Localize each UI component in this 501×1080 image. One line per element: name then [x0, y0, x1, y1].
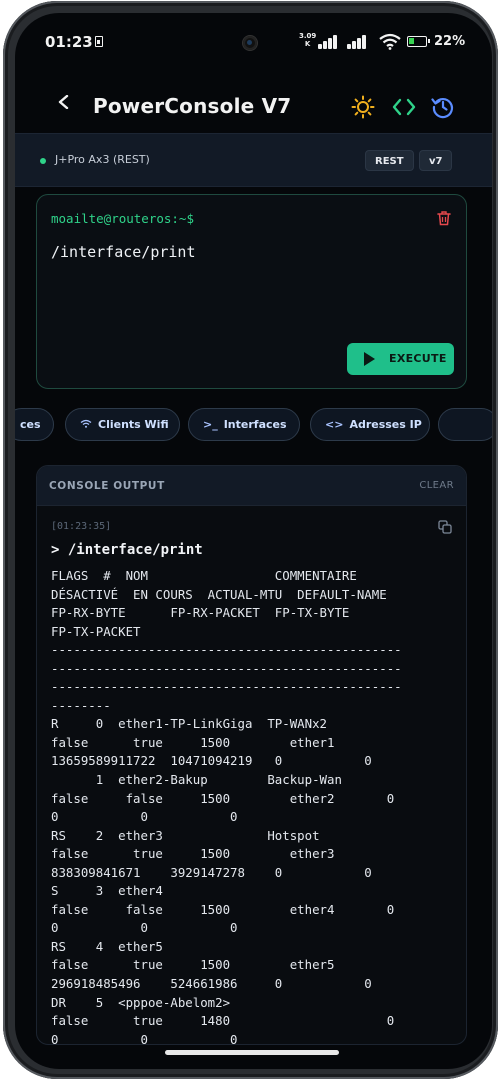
- device-bar: J+Pro Ax3 (REST) REST v7: [15, 133, 492, 187]
- phone-frame: 01:23 3.09 K 22% PowerConsole V7 J+Pro A…: [3, 1, 498, 1079]
- console-line: RS 2 ether3 Hotspot: [51, 827, 320, 843]
- code-icon[interactable]: [392, 95, 416, 119]
- chip-clients-wifi[interactable]: Clients Wifi: [65, 408, 180, 441]
- command-card: moailte@routeros:~$ EXECUTE: [36, 194, 467, 389]
- quick-commands-row: ces Clients Wifi >_ Interfaces <> Adresses…: [15, 408, 492, 444]
- command-echo: > /interface/print: [51, 542, 203, 558]
- console-line: false false 1500 ether2 0: [51, 790, 395, 806]
- device-name: J+Pro Ax3 (REST): [55, 153, 150, 166]
- command-input[interactable]: [51, 239, 431, 265]
- console-line: S 3 ether4: [51, 883, 163, 899]
- command-prompt: moailte@routeros:~$: [51, 211, 194, 226]
- theme-sun-icon[interactable]: [351, 95, 375, 119]
- chip-ip-addresses[interactable]: <> Adresses IP: [310, 408, 430, 441]
- version-badge[interactable]: v7: [419, 150, 453, 171]
- console-line: FP-TX-PACKET: [51, 623, 141, 639]
- console-line: 0 0 0: [51, 809, 238, 825]
- chip-partial-next[interactable]: [438, 408, 492, 441]
- play-icon: [364, 352, 375, 366]
- network-speed: 3.09 K: [299, 32, 316, 48]
- home-indicator[interactable]: [165, 1050, 339, 1055]
- console-line: false true 1500 ether1: [51, 734, 335, 750]
- clear-button[interactable]: CLEAR: [419, 480, 454, 491]
- chip-interfaces[interactable]: >_ Interfaces: [188, 408, 300, 441]
- console-line: 0 0 0: [51, 920, 238, 936]
- back-icon[interactable]: [57, 95, 71, 109]
- history-icon[interactable]: [431, 95, 455, 119]
- console-line: FP-RX-BYTE FP-RX-PACKET FP-TX-BYTE: [51, 605, 350, 621]
- chip-label: Interfaces: [223, 418, 287, 431]
- console-line: R 0 ether1-TP-LinkGiga TP-WANx2: [51, 716, 328, 732]
- chip-partial[interactable]: ces: [15, 408, 54, 441]
- copy-icon[interactable]: [438, 520, 452, 534]
- console-line: DR 5 <pppoe-Abelom2>: [51, 994, 231, 1010]
- app-title: PowerConsole V7: [93, 94, 292, 118]
- wifi-icon: [80, 409, 92, 440]
- chip-label: Adresses IP: [349, 418, 422, 431]
- console-line: DÉSACTIVÉ EN COURS ACTUAL-MTU DEFAULT-NA…: [51, 586, 387, 602]
- battery-percent: 22%: [434, 34, 466, 49]
- trash-icon[interactable]: [436, 210, 452, 226]
- console-line: false true 1500 ether5: [51, 957, 335, 973]
- mode-badge[interactable]: REST: [365, 150, 414, 171]
- console-line: 13659589911722 10471094219 0 0: [51, 753, 372, 769]
- console-line: ----------------------------------------…: [51, 679, 402, 695]
- front-camera: [243, 36, 257, 50]
- console-line: ----------------------------------------…: [51, 660, 402, 676]
- network-speed-unit: K: [304, 40, 311, 48]
- status-time: 01:23: [45, 33, 93, 51]
- console-line: 1 ether2-Bakup Backup-Wan: [51, 772, 342, 788]
- console-output-panel: CONSOLE OUTPUT CLEAR [01:23:35] > /inter…: [36, 465, 467, 1045]
- chip-label: ces: [20, 418, 41, 431]
- terminal-icon: >_: [203, 418, 218, 431]
- network-speed-value: 3.09: [299, 32, 317, 40]
- signal-icon: [347, 35, 371, 49]
- console-line: --------: [51, 697, 111, 713]
- sim-icon: [95, 36, 103, 47]
- console-line: 838309841671 3929147278 0 0: [51, 864, 372, 880]
- app-screen: 01:23 3.09 K 22% PowerConsole V7 J+Pro A…: [15, 13, 492, 1069]
- execute-button[interactable]: EXECUTE: [347, 343, 454, 375]
- chip-label: Clients Wifi: [98, 418, 169, 431]
- code-icon: <>: [325, 418, 344, 431]
- execute-label: EXECUTE: [389, 352, 447, 365]
- console-output-text: FLAGS # NOM COMMENTAIRE DÉSACTIVÉ EN COUR…: [51, 567, 461, 1045]
- signal-icon: [318, 35, 342, 49]
- console-line: ----------------------------------------…: [51, 642, 402, 658]
- console-line: false true 1500 ether3: [51, 846, 335, 862]
- console-title: CONSOLE OUTPUT: [49, 480, 165, 492]
- console-line: FLAGS # NOM COMMENTAIRE: [51, 568, 357, 583]
- wifi-icon: [379, 33, 401, 50]
- console-line: false true 1480 0: [51, 1013, 395, 1029]
- console-line: 296918485496 524661986 0 0: [51, 976, 372, 992]
- output-timestamp: [01:23:35]: [51, 521, 112, 532]
- connection-status-dot: [40, 158, 46, 164]
- app-header: PowerConsole V7: [15, 71, 492, 133]
- battery-icon: [407, 36, 430, 47]
- status-bar: 01:23 3.09 K 22%: [15, 13, 492, 71]
- console-line: false false 1500 ether4 0: [51, 901, 395, 917]
- console-line: 0 0 0: [51, 1031, 238, 1045]
- console-header: CONSOLE OUTPUT CLEAR: [37, 466, 466, 506]
- console-line: RS 4 ether5: [51, 938, 163, 954]
